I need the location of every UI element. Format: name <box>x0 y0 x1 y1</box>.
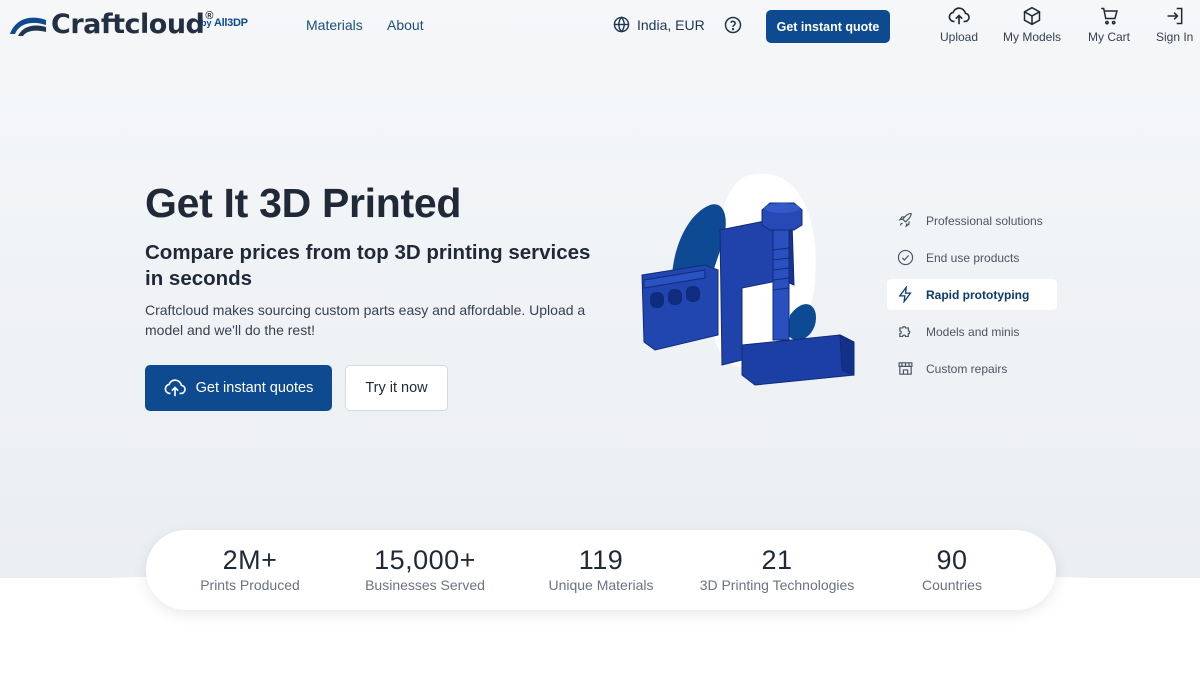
brand-by-line: by All3DP <box>201 17 248 29</box>
stat-unique-materials: 119 Unique Materials <box>501 544 701 593</box>
use-case-professional-solutions[interactable]: Professional solutions <box>887 205 1057 236</box>
lightning-icon <box>898 286 912 303</box>
globe-icon <box>613 16 630 33</box>
use-case-label: Models and minis <box>926 324 1020 339</box>
brand-by-name: All3DP <box>214 17 248 29</box>
hero-title: Get It 3D Printed <box>145 180 462 226</box>
stat-prints-produced: 2M+ Prints Produced <box>150 544 350 593</box>
stat-value: 90 <box>936 545 968 575</box>
use-case-end-use-products[interactable]: End use products <box>887 242 1057 273</box>
upload-cloud-icon <box>948 7 970 25</box>
storefront-icon <box>898 362 913 375</box>
region-label: India, EUR <box>637 16 705 33</box>
try-it-now-button[interactable]: Try it now <box>345 365 448 411</box>
top-header: Craftcloud ® by All3DP Materials About I… <box>0 0 1200 52</box>
get-instant-quote-button[interactable]: Get instant quote <box>766 10 890 43</box>
hero-description: Craftcloud makes sourcing custom parts e… <box>145 302 586 338</box>
craftcloud-logo[interactable]: Craftcloud ® <box>9 10 213 40</box>
puzzle-icon <box>899 326 911 338</box>
stat-label: Businesses Served <box>365 577 485 593</box>
stats-bar: 2M+ Prints Produced 15,000+ Businesses S… <box>146 530 1056 610</box>
use-case-label: Professional solutions <box>926 213 1043 228</box>
rocket-icon <box>898 212 912 228</box>
use-case-models-and-minis[interactable]: Models and minis <box>887 316 1057 347</box>
get-instant-quotes-button[interactable]: Get instant quotes <box>145 365 332 411</box>
cube-icon <box>1023 6 1041 26</box>
stat-value: 2M+ <box>222 545 278 575</box>
stat-label: Countries <box>922 577 982 593</box>
use-case-label: End use products <box>926 250 1020 265</box>
my-models-button[interactable]: My Models <box>1003 6 1061 44</box>
nav-link-materials[interactable]: Materials <box>306 17 363 33</box>
stat-value: 21 <box>761 545 793 575</box>
stat-value: 15,000+ <box>374 545 476 575</box>
region-selector[interactable]: India, EUR <box>613 16 705 33</box>
hero-subtitle: Compare prices from top 3D printing serv… <box>145 241 591 290</box>
cart-icon <box>1100 7 1118 25</box>
use-case-label: Custom repairs <box>926 361 1008 376</box>
stat-countries: 90 Countries <box>852 544 1052 593</box>
stat-label: Unique Materials <box>548 577 654 593</box>
stat-label: 3D Printing Technologies <box>699 577 855 593</box>
brand-by-prefix: by <box>201 18 212 28</box>
get-instant-quotes-label: Get instant quotes <box>195 380 314 396</box>
my-cart-button[interactable]: My Cart <box>1088 6 1130 44</box>
use-case-custom-repairs[interactable]: Custom repairs <box>887 353 1057 384</box>
use-case-label: Rapid prototyping <box>926 287 1030 302</box>
sign-in-button[interactable]: Sign In <box>1156 6 1193 44</box>
upload-cloud-icon <box>164 379 186 397</box>
my-models-label: My Models <box>1003 30 1062 44</box>
upload-button[interactable]: Upload <box>940 6 978 44</box>
sign-in-icon <box>1167 7 1183 25</box>
nav-link-about[interactable]: About <box>387 17 424 33</box>
craftcloud-logo-mark-icon <box>10 17 46 36</box>
help-circle-icon <box>724 16 742 34</box>
stat-3d-printing-technologies: 21 3D Printing Technologies <box>677 544 877 593</box>
product-image <box>641 173 855 386</box>
my-cart-label: My Cart <box>1088 30 1130 44</box>
sign-in-label: Sign In <box>1156 30 1194 44</box>
stat-businesses-served: 15,000+ Businesses Served <box>325 544 525 593</box>
help-button[interactable] <box>724 16 742 39</box>
stat-value: 119 <box>578 545 624 575</box>
use-case-rapid-prototyping[interactable]: Rapid prototyping <box>887 279 1057 310</box>
upload-label: Upload <box>940 30 979 44</box>
brand-name: Craftcloud <box>51 9 205 40</box>
check-circle-icon <box>897 249 914 266</box>
use-case-list: Professional solutions End use products … <box>887 205 1057 390</box>
stat-label: Prints Produced <box>200 577 300 593</box>
